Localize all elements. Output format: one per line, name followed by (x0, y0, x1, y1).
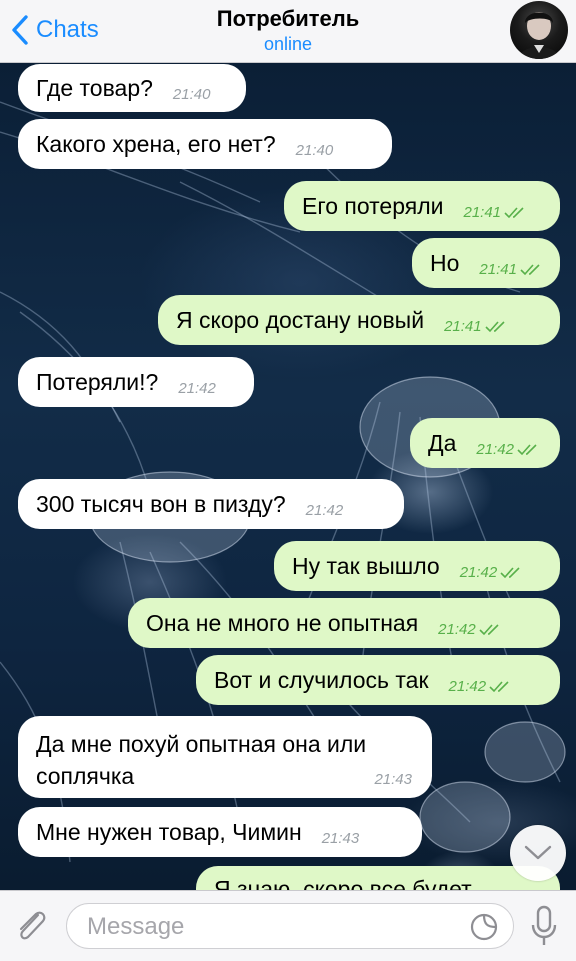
message-time-text: 21:41 (463, 203, 502, 221)
message-bubble-incoming[interactable]: 300 тысяч вон в пизду? 21:42 (18, 479, 404, 529)
message-time-text: 21:42 (476, 440, 514, 458)
message-bubble-outgoing[interactable]: Она не много не опытная 21:42 (128, 598, 560, 648)
message-time-text: 21:42 (438, 620, 476, 638)
contact-name[interactable]: Потребитель (0, 6, 576, 32)
message-text: Какого хрена, его нет? (36, 130, 276, 157)
avatar[interactable] (510, 1, 568, 59)
message-bubble-outgoing[interactable]: Но 21:41 (412, 238, 560, 288)
message-time: 21:40 (172, 85, 211, 103)
read-check-icon (517, 443, 537, 455)
chevron-down-icon (524, 845, 552, 860)
message-bubble-incoming[interactable]: Какого хрена, его нет? 21:40 (18, 119, 392, 169)
message-text: Да (428, 429, 457, 456)
microphone-icon[interactable] (530, 905, 558, 947)
message-time: 21:43 (374, 771, 412, 788)
message-bubble-outgoing[interactable]: Я скоро достану новый 21:41 (158, 295, 560, 345)
message-bubble-outgoing[interactable]: Вот и случилось так 21:42 (196, 655, 560, 705)
message-bubble-incoming[interactable]: Где товар? 21:40 (18, 64, 246, 112)
message-text: Она не много не опытная (146, 609, 419, 636)
message-time-text: 21:41 (479, 260, 517, 278)
message-time: 21:42 (449, 678, 514, 695)
read-check-icon (520, 263, 540, 275)
message-time: 21:41 (444, 318, 509, 335)
message-field (66, 903, 514, 949)
message-list[interactable]: Где товар? 21:40 Какого хрена, его нет? … (0, 0, 576, 890)
message-time: 21:43 (321, 829, 360, 847)
message-bubble-outgoing[interactable]: Ну так вышло 21:42 (274, 541, 560, 591)
message-time: 21:41 (479, 261, 544, 278)
message-time: 21:42 (460, 564, 525, 581)
message-text: Мне нужен товар, Чимин (36, 818, 302, 845)
message-text: Да мне похуй опытная она или соплячка (36, 731, 367, 789)
message-text: Я скоро достану новый (176, 306, 425, 333)
avatar-photo (518, 12, 560, 59)
message-time: 21:41 (463, 204, 528, 221)
scroll-down-button[interactable] (510, 825, 566, 881)
message-time: 21:42 (305, 501, 344, 519)
message-time: 21:42 (476, 441, 541, 458)
read-check-icon (479, 623, 499, 635)
message-time-text: 21:41 (444, 317, 482, 335)
message-text: 300 тысяч вон в пизду? (36, 490, 286, 517)
message-text: Я знаю, скоро все будет (214, 876, 472, 890)
read-check-icon (504, 206, 524, 218)
message-text: Вот и случилось так (214, 666, 429, 693)
message-bubble-incoming[interactable]: Да мне похуй опытная она или соплячка 21… (18, 716, 432, 798)
message-text: Потеряли!? (36, 368, 159, 395)
paperclip-icon[interactable] (14, 907, 50, 947)
message-bubble-outgoing[interactable]: Да 21:42 (410, 418, 560, 468)
message-time: 21:42 (178, 379, 216, 397)
read-check-icon (500, 566, 520, 578)
message-time: 21:40 (295, 141, 334, 159)
contact-status: online (263, 34, 313, 54)
message-input-bar (0, 890, 576, 961)
sticker-icon[interactable] (469, 912, 499, 942)
message-text: Но (430, 249, 460, 276)
message-bubble-incoming[interactable]: Потеряли!? 21:42 (18, 357, 254, 407)
message-time-text: 21:42 (459, 563, 498, 581)
chat-header: Chats Потребитель online (0, 0, 576, 63)
message-bubble-outgoing[interactable]: Я знаю, скоро все будет (196, 866, 560, 890)
message-text: Где товар? (36, 74, 153, 101)
message-time-text: 21:42 (448, 677, 487, 695)
message-text: Ну так вышло (292, 552, 440, 579)
message-time: 21:42 (438, 621, 503, 638)
read-check-icon (489, 680, 509, 692)
message-bubble-incoming[interactable]: Мне нужен товар, Чимин 21:43 (18, 807, 422, 857)
message-text: Его потеряли (302, 192, 444, 219)
message-input[interactable] (85, 910, 449, 944)
message-bubble-outgoing[interactable]: Его потеряли 21:41 (284, 181, 560, 231)
read-check-icon (485, 320, 505, 332)
